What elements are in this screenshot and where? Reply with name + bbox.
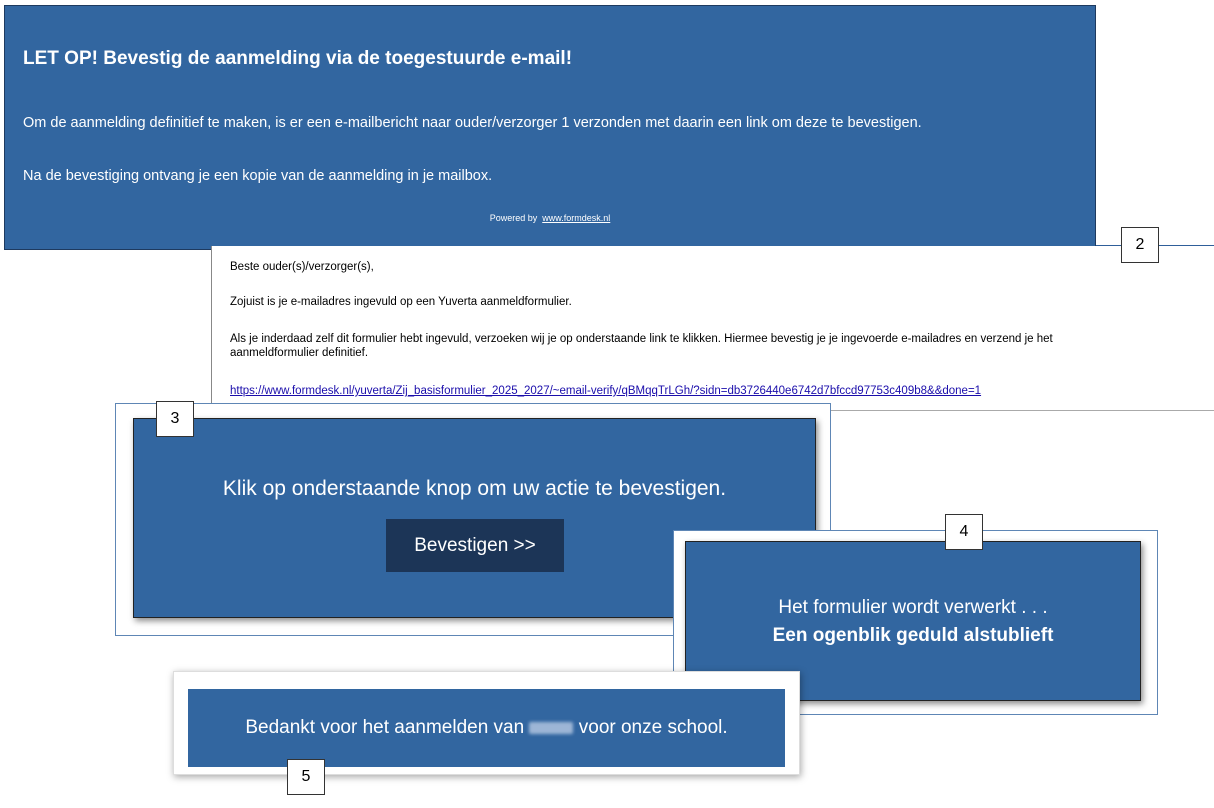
processing-message: Het formulier wordt verwerkt . . .: [778, 597, 1048, 618]
thank-you-text-after: voor onze school.: [578, 717, 728, 738]
notice-text-1: Om de aanmelding definitief te maken, is…: [23, 115, 922, 131]
confirm-button[interactable]: Bevestigen >>: [386, 519, 564, 572]
thank-you-panel: Bedankt voor het aanmelden van voor onze…: [188, 689, 785, 767]
email-line-2a: Als je inderdaad zelf dit formulier hebt…: [230, 333, 1053, 345]
thank-you-text-before: Bedankt voor het aanmelden van: [245, 717, 525, 738]
powered-by-label: Powered by: [489, 213, 538, 223]
confirm-message: Klik op onderstaande knop om uw actie te…: [222, 477, 727, 500]
callout-4: 4: [945, 514, 983, 550]
formdesk-link[interactable]: www.formdesk.nl: [542, 213, 610, 223]
email-greeting: Beste ouder(s)/verzorger(s),: [230, 261, 374, 273]
notice-title: LET OP! Bevestig de aanmelding via de to…: [23, 48, 573, 69]
callout-5: 5: [287, 759, 325, 795]
callout-3: 3: [156, 401, 194, 437]
email-line-1: Zojuist is je e-mailadres ingevuld op ee…: [230, 296, 572, 308]
verify-link[interactable]: https://www.formdesk.nl/yuverta/Zij_basi…: [230, 385, 981, 397]
please-wait-message: Een ogenblik geduld alstublieft: [772, 625, 1054, 646]
verification-email: Beste ouder(s)/verzorger(s), Zojuist is …: [211, 246, 1214, 411]
redacted-name: [529, 722, 574, 734]
email-line-2b: aanmeldformulier definitief.: [230, 347, 369, 359]
notice-text-2: Na de bevestiging ontvang je een kopie v…: [23, 168, 493, 184]
callout-2: 2: [1121, 227, 1159, 263]
powered-by: Powered by www.formdesk.nl: [5, 213, 1095, 223]
confirmation-notice-panel: LET OP! Bevestig de aanmelding via de to…: [4, 5, 1096, 250]
thank-you-message: Bedankt voor het aanmelden van voor onze…: [188, 717, 785, 739]
